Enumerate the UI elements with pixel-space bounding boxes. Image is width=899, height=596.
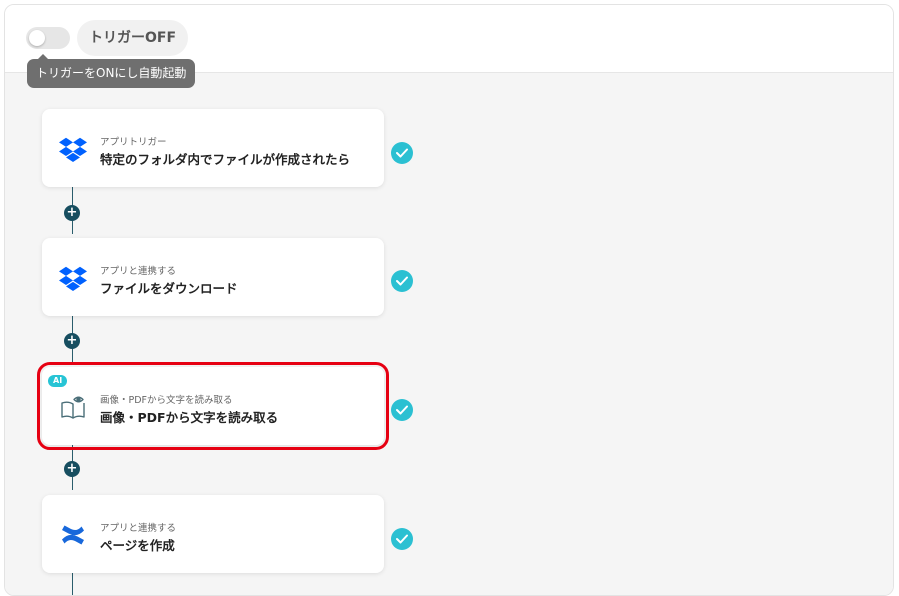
tooltip-text: トリガーをONにし自動起動 [36, 66, 187, 80]
step-title: ページを作成 [100, 538, 175, 553]
flow-step-create-page[interactable]: アプリと連携する ページを作成 [42, 495, 384, 573]
step-subtitle: アプリトリガー [100, 137, 167, 148]
ai-badge: AI [48, 375, 68, 387]
confluence-icon [59, 521, 87, 549]
step-title: 画像・PDFから文字を読み取る [100, 410, 279, 425]
trigger-status-label: トリガーOFF [77, 20, 189, 56]
step-title: ファイルをダウンロード [100, 281, 238, 296]
add-step-button[interactable]: + [64, 461, 80, 477]
step-title: 特定のフォルダ内でファイルが作成されたら [100, 152, 351, 167]
dropbox-icon [59, 264, 87, 292]
add-step-button[interactable]: + [64, 205, 80, 221]
step-subtitle: アプリと連携する [100, 266, 177, 277]
trigger-toggle[interactable] [26, 27, 70, 49]
connector-line [72, 573, 73, 595]
step-subtitle: アプリと連携する [100, 523, 177, 534]
status-check-icon [391, 270, 413, 292]
ocr-book-eye-icon [59, 393, 87, 421]
workflow-editor: トリガーOFF トリガーをONにし自動起動 + + + アプリトリガー 特定のフ… [4, 4, 894, 596]
status-check-icon [391, 399, 413, 421]
tooltip-arrow [38, 54, 48, 59]
toggle-knob [29, 30, 45, 46]
flow-step-download[interactable]: アプリと連携する ファイルをダウンロード [42, 238, 384, 316]
flow-step-trigger[interactable]: アプリトリガー 特定のフォルダ内でファイルが作成されたら [42, 109, 384, 187]
status-check-icon [391, 142, 413, 164]
trigger-tooltip: トリガーをONにし自動起動 [27, 54, 196, 88]
flow-canvas: + + + アプリトリガー 特定のフォルダ内でファイルが作成されたら アプリと連… [5, 73, 893, 595]
dropbox-icon [59, 135, 87, 163]
status-check-icon [391, 528, 413, 550]
add-step-button[interactable]: + [64, 333, 80, 349]
step-subtitle: 画像・PDFから文字を読み取る [100, 395, 233, 406]
flow-step-ocr[interactable]: AI 画像・PDFから文字を読み取る 画像・PDFから文字を読み取る [37, 362, 389, 450]
